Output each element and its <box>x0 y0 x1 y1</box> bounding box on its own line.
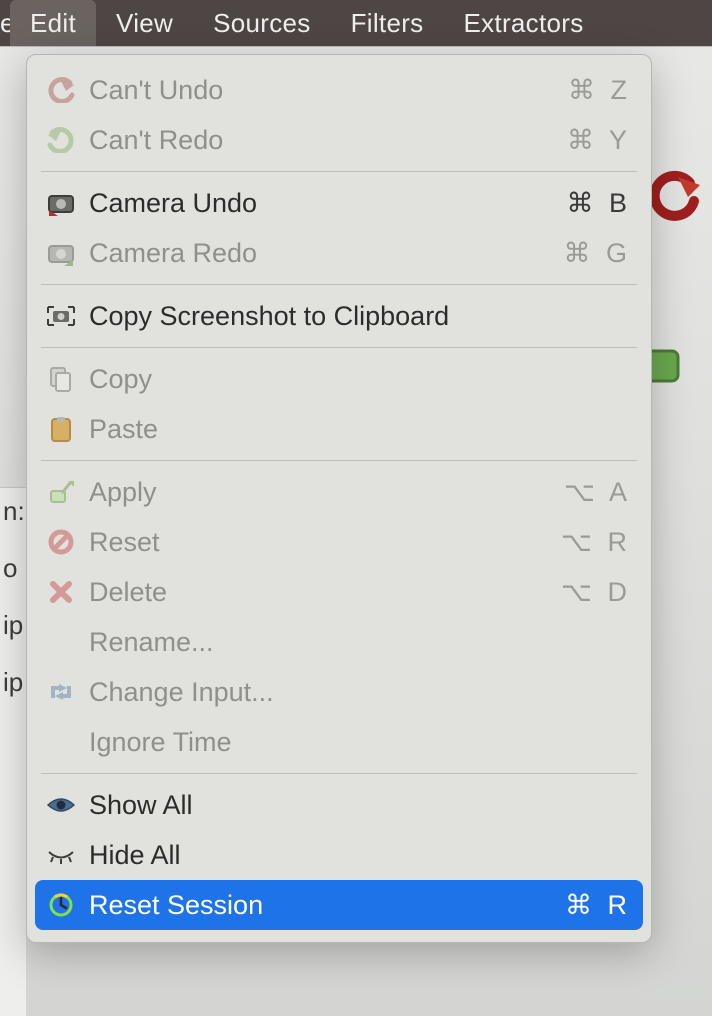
menu-item-copy-screenshot[interactable]: Copy Screenshot to Clipboard <box>27 291 651 341</box>
reset-icon <box>41 525 81 559</box>
menu-item-label: Show All <box>89 790 541 821</box>
change-input-icon <box>41 675 81 709</box>
menu-item-shortcut: ⌘ Y <box>541 125 631 156</box>
menu-separator <box>41 773 637 774</box>
edit-menu-dropdown: Can't Undo ⌘ Z Can't Redo ⌘ Y Camera Und… <box>26 54 652 943</box>
menubar-item-edit[interactable]: Edit <box>10 0 96 46</box>
menubar-item-sources[interactable]: Sources <box>193 0 330 46</box>
menu-item-change-input: Change Input... <box>27 667 651 717</box>
menu-item-label: Rename... <box>89 627 541 658</box>
paste-icon <box>41 412 81 446</box>
copy-icon <box>41 362 81 396</box>
menubar-item-extractors[interactable]: Extractors <box>443 0 603 46</box>
menu-item-ignore-time: Ignore Time <box>27 717 651 767</box>
bg-text-3: ip <box>0 659 26 716</box>
camera-undo-icon <box>41 186 81 220</box>
menu-item-label: Camera Redo <box>89 238 541 269</box>
bg-text-0: n: <box>0 488 26 545</box>
menu-item-reset: Reset ⌥ R <box>27 517 651 567</box>
menu-item-shortcut: ⌥ R <box>541 527 631 558</box>
bg-text-1: o <box>0 545 26 602</box>
menu-item-cant-undo: Can't Undo ⌘ Z <box>27 65 651 115</box>
menu-item-hide-all[interactable]: Hide All <box>27 830 651 880</box>
reset-session-icon <box>41 888 81 922</box>
menu-item-camera-undo[interactable]: Camera Undo ⌘ B <box>27 178 651 228</box>
menu-item-label: Copy <box>89 364 541 395</box>
menu-item-copy: Copy <box>27 354 651 404</box>
undo-icon <box>41 73 81 107</box>
menu-separator <box>41 284 637 285</box>
camera-copy-icon <box>41 299 81 333</box>
menu-item-shortcut: ⌘ B <box>541 188 631 219</box>
menu-item-reset-session[interactable]: Reset Session ⌘ R <box>35 880 643 930</box>
menu-item-label: Camera Undo <box>89 188 541 219</box>
menu-separator <box>41 460 637 461</box>
menu-item-camera-redo: Camera Redo ⌘ G <box>27 228 651 278</box>
menubar-item-filters[interactable]: Filters <box>331 0 444 46</box>
menu-item-shortcut: ⌥ D <box>541 577 631 608</box>
camera-redo-icon <box>41 236 81 270</box>
menu-item-label: Apply <box>89 477 541 508</box>
menu-item-label: Reset <box>89 527 541 558</box>
menu-item-label: Change Input... <box>89 677 541 708</box>
menubar: e Edit View Sources Filters Extractors <box>0 0 712 46</box>
eye-closed-icon <box>41 838 81 872</box>
delete-icon <box>41 575 81 609</box>
menu-item-shortcut: ⌥ A <box>541 477 631 508</box>
menu-item-label: Ignore Time <box>89 727 541 758</box>
menu-item-rename: Rename... <box>27 617 651 667</box>
eye-open-icon <box>41 788 81 822</box>
menu-item-cant-redo: Can't Redo ⌘ Y <box>27 115 651 165</box>
menu-item-label: Hide All <box>89 840 541 871</box>
menu-item-label: Copy Screenshot to Clipboard <box>89 301 541 332</box>
menu-separator <box>41 171 637 172</box>
menu-item-shortcut: ⌘ Z <box>541 75 631 106</box>
menu-item-label: Delete <box>89 577 541 608</box>
menu-item-show-all[interactable]: Show All <box>27 780 651 830</box>
menu-separator <box>41 347 637 348</box>
menu-item-delete: Delete ⌥ D <box>27 567 651 617</box>
menu-item-apply: Apply ⌥ A <box>27 467 651 517</box>
redo-icon <box>41 123 81 157</box>
left-panel-fragment: n: o ip ip <box>0 487 26 1016</box>
apply-icon <box>41 475 81 509</box>
menu-item-label: Can't Undo <box>89 75 541 106</box>
menu-item-label: Can't Redo <box>89 125 541 156</box>
bg-text-2: ip <box>0 602 26 659</box>
menu-item-shortcut: ⌘ G <box>541 238 631 269</box>
menubar-item-view[interactable]: View <box>96 0 193 46</box>
menu-item-paste: Paste <box>27 404 651 454</box>
menu-item-label: Paste <box>89 414 541 445</box>
menu-item-shortcut: ⌘ R <box>541 890 631 921</box>
menu-item-label: Reset Session <box>89 890 541 921</box>
menubar-prev-fragment: e <box>0 8 10 39</box>
big-undo-icon <box>648 167 702 221</box>
